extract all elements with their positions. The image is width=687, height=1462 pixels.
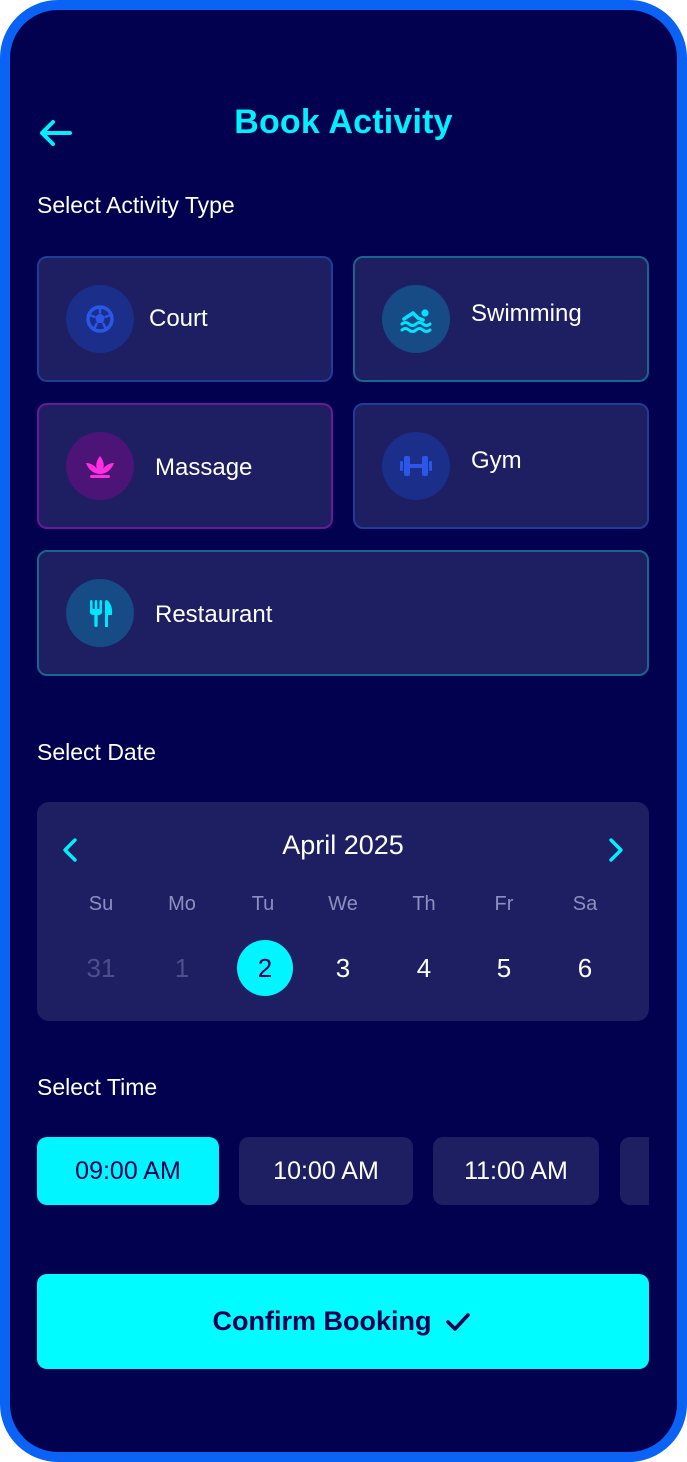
activity-section-label: Select Activity Type [37, 192, 235, 218]
gym-icon-badge [382, 432, 450, 500]
activity-card-court[interactable]: Court [37, 256, 333, 382]
activity-card-swimming[interactable]: Swimming [353, 256, 649, 382]
time-slot[interactable]: 10:00 AM [239, 1137, 413, 1205]
calendar-day[interactable]: 3 [315, 940, 371, 996]
calendar-day[interactable]: 4 [396, 940, 452, 996]
weekday-we: We [328, 893, 358, 915]
activity-card-restaurant[interactable]: Restaurant [37, 550, 649, 676]
confirm-booking-button[interactable]: Confirm Booking [37, 1274, 649, 1369]
calendar: April 2025 Su Mo Tu We Th Fr Sa 31 1 2 3… [37, 802, 649, 1021]
activity-label-massage: Massage [155, 454, 253, 481]
time-section-label: Select Time [37, 1074, 158, 1100]
confirm-booking-label: Confirm Booking [212, 1306, 432, 1336]
calendar-day[interactable]: 5 [476, 940, 532, 996]
court-icon-badge [66, 285, 134, 353]
activity-card-massage[interactable]: Massage [37, 403, 333, 529]
activity-label-gym: Gym [471, 447, 522, 474]
calendar-day[interactable]: 6 [557, 940, 613, 996]
activity-label-swimming: Swimming [471, 300, 582, 327]
activity-card-gym[interactable]: Gym [353, 403, 649, 529]
restaurant-icon-badge [66, 579, 134, 647]
dumbbell-icon [400, 456, 432, 476]
phone-screen: Book Activity Select Activity Type Court [0, 0, 687, 1462]
lotus-icon [86, 456, 114, 478]
date-section-label: Select Date [37, 739, 156, 765]
fork-knife-icon [90, 600, 113, 627]
time-slot-selected[interactable]: 09:00 AM [37, 1137, 219, 1205]
swimming-icon-badge [382, 285, 450, 353]
weekday-mo: Mo [168, 893, 196, 915]
page-title: Book Activity [234, 103, 453, 141]
soccer-ball-icon [86, 305, 114, 333]
weekday-su: Su [88, 893, 114, 915]
check-icon [446, 1312, 471, 1331]
chevron-right-icon[interactable] [601, 836, 629, 864]
time-slot[interactable]: 12:00 PM [620, 1137, 649, 1205]
activity-label-court: Court [149, 305, 208, 332]
weekday-fr: Fr [494, 893, 514, 915]
calendar-day[interactable]: 1 [154, 940, 210, 996]
calendar-day[interactable]: 31 [73, 940, 129, 996]
activity-label-restaurant: Restaurant [155, 601, 273, 628]
massage-icon-badge [66, 432, 134, 500]
weekday-tu: Tu [251, 893, 275, 915]
calendar-month: April 2025 [282, 830, 404, 860]
time-slot-overflow: 12:00 PM [620, 1137, 649, 1205]
time-slot[interactable]: 11:00 AM [433, 1137, 599, 1205]
weekday-th: Th [412, 893, 436, 915]
weekday-sa: Sa [572, 893, 598, 915]
swimmer-icon [400, 309, 432, 333]
calendar-day-selected[interactable]: 2 [237, 940, 293, 996]
